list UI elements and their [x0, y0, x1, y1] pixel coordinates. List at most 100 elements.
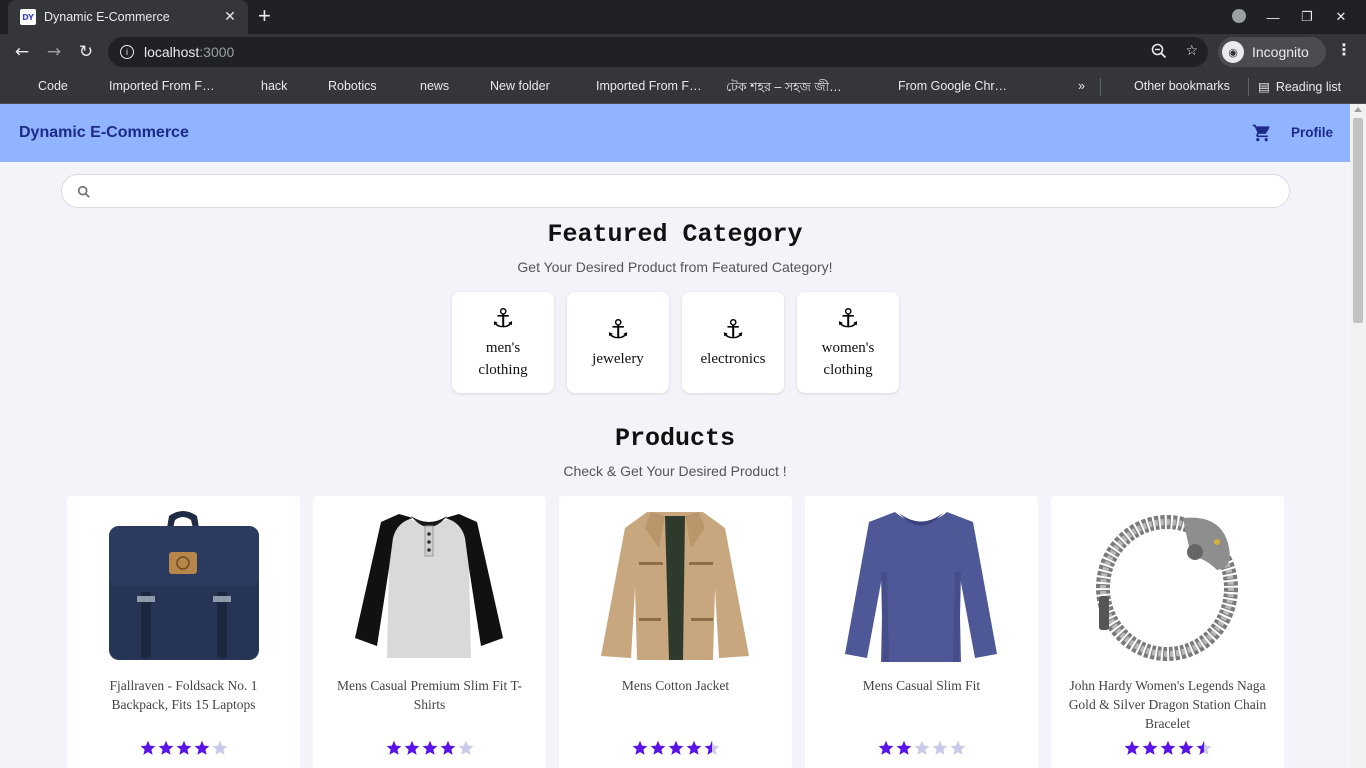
category-card-electronics[interactable]: ⚓ electronics [682, 292, 784, 393]
minimize-icon[interactable]: — [1256, 10, 1290, 25]
product-image-tshirt[interactable] [353, 508, 506, 663]
back-button[interactable]: ← [6, 38, 38, 66]
search-input[interactable] [102, 181, 1272, 203]
address-bar[interactable]: i localhost:3000 ☆ [108, 37, 1208, 67]
app-header: Dynamic E-Commerce Profile [0, 104, 1350, 162]
browser-tabbar: DY Dynamic E-Commerce ✕ + — ❐ ✕ [0, 0, 1366, 34]
page-scrollbar[interactable] [1350, 104, 1366, 768]
star-filled-icon [158, 740, 173, 755]
product-rating [805, 740, 1038, 760]
category-card-jewelery[interactable]: ⚓ jewelery [567, 292, 669, 393]
site-info-icon[interactable]: i [120, 45, 134, 59]
bookmark-item[interactable]: New folder [490, 79, 550, 93]
new-tab-button[interactable]: + [258, 5, 271, 27]
browser-toolbar: ← → ↻ i localhost:3000 ☆ ◉ Incognito ⋮ [0, 34, 1366, 70]
products-title: Products [614, 424, 736, 453]
star-filled-icon [1178, 740, 1193, 755]
reading-list[interactable]: ▤ Reading list [1258, 79, 1341, 94]
product-title[interactable]: Mens Casual Slim Fit [819, 676, 1024, 695]
bookmark-item[interactable]: Code [38, 79, 68, 93]
reading-list-label: Reading list [1275, 80, 1342, 94]
product-title[interactable]: Mens Cotton Jacket [573, 676, 778, 695]
profile-link[interactable]: Profile [1291, 125, 1333, 140]
star-filled-icon [878, 740, 893, 755]
product-title[interactable]: Mens Casual Premium Slim Fit T-Shirts [327, 676, 532, 714]
product-rating [559, 740, 792, 760]
bookmark-item[interactable]: Imported From F… [596, 79, 702, 93]
product-list: Fjallraven - Foldsack No. 1 Backpack, Fi… [67, 496, 1284, 768]
star-filled-icon [1142, 740, 1157, 755]
category-card-womens-clothing[interactable]: ⚓ women's clothing [797, 292, 899, 393]
product-image-backpack[interactable] [107, 508, 260, 663]
anchor-icon: ⚓ [606, 314, 630, 345]
product-card[interactable]: Mens Casual Premium Slim Fit T-Shirts [313, 496, 546, 768]
product-rating [1051, 740, 1284, 760]
product-image-bracelet[interactable] [1091, 508, 1244, 663]
product-title[interactable]: John Hardy Women's Legends Naga Gold & S… [1065, 676, 1270, 733]
forward-button[interactable]: → [38, 38, 70, 66]
product-image-jacket[interactable] [599, 508, 752, 663]
bookmarks-bar: Code Imported From F… hack Robotics news… [0, 70, 1366, 104]
category-card-mens-clothing[interactable]: ⚓ men's clothing [452, 292, 554, 393]
bookmark-item[interactable]: Imported From F… [109, 79, 215, 93]
star-filled-icon [1160, 740, 1175, 755]
product-card[interactable]: John Hardy Women's Legends Naga Gold & S… [1051, 496, 1284, 768]
shopping-cart-icon[interactable] [1252, 123, 1272, 143]
bookmark-star-icon[interactable]: ☆ [1185, 43, 1198, 63]
scroll-up-arrow-icon[interactable] [1354, 107, 1362, 112]
featured-category-title: Featured Category [547, 220, 803, 249]
star-half-icon [704, 740, 719, 755]
product-rating [313, 740, 546, 760]
browser-menu-icon[interactable]: ⋮ [1336, 40, 1352, 59]
url-port: :3000 [199, 44, 235, 60]
star-empty-icon [950, 740, 965, 755]
close-window-icon[interactable]: ✕ [1324, 9, 1358, 25]
product-image-longsleeve[interactable] [845, 508, 998, 663]
bookmark-item[interactable]: টেক শহর – সহজ জী… [726, 79, 842, 99]
bookmark-item[interactable]: Robotics [328, 79, 377, 93]
category-label: electronics [700, 350, 766, 367]
star-filled-icon [194, 740, 209, 755]
star-filled-icon [404, 740, 419, 755]
window-controls: — ❐ ✕ [1222, 0, 1358, 34]
product-search[interactable] [61, 174, 1290, 208]
star-empty-icon [914, 740, 929, 755]
bookmark-item[interactable]: From Google Chr… [898, 79, 1007, 93]
star-filled-icon [686, 740, 701, 755]
anchor-icon: ⚓ [491, 303, 515, 334]
bookmark-item[interactable]: news [420, 79, 449, 93]
incognito-badge[interactable]: ◉ Incognito [1218, 37, 1326, 67]
product-card[interactable]: Mens Cotton Jacket [559, 496, 792, 768]
tab-search-dropdown-icon[interactable] [1222, 8, 1256, 26]
star-filled-icon [1124, 740, 1139, 755]
star-empty-icon [212, 740, 227, 755]
url-host: localhost [144, 44, 200, 60]
reading-list-icon: ▤ [1258, 80, 1270, 94]
bookmarks-overflow-icon[interactable]: » [1078, 79, 1085, 93]
restore-icon[interactable]: ❐ [1290, 9, 1324, 25]
reload-button[interactable]: ↻ [70, 38, 102, 66]
page-viewport: Dynamic E-Commerce Profile Featured Cate… [0, 104, 1350, 768]
bookmark-divider [1248, 78, 1249, 96]
search-icon [77, 185, 90, 198]
close-tab-icon[interactable]: ✕ [222, 9, 238, 25]
star-filled-icon [650, 740, 665, 755]
other-bookmarks[interactable]: Other bookmarks [1134, 79, 1230, 93]
incognito-icon: ◉ [1222, 41, 1244, 63]
product-title[interactable]: Fjallraven - Foldsack No. 1 Backpack, Fi… [81, 676, 286, 714]
zoom-icon[interactable] [1151, 43, 1167, 63]
star-empty-icon [458, 740, 473, 755]
featured-category-subtitle: Get Your Desired Product from Featured C… [517, 259, 833, 275]
browser-tab[interactable]: DY Dynamic E-Commerce ✕ [8, 0, 248, 34]
scrollbar-thumb[interactable] [1353, 118, 1363, 323]
anchor-icon: ⚓ [836, 303, 860, 334]
star-half-icon [1196, 740, 1211, 755]
bookmark-item[interactable]: hack [261, 79, 287, 93]
star-filled-icon [386, 740, 401, 755]
product-card[interactable]: Fjallraven - Foldsack No. 1 Backpack, Fi… [67, 496, 300, 768]
star-filled-icon [140, 740, 155, 755]
product-rating [67, 740, 300, 760]
product-card[interactable]: Mens Casual Slim Fit [805, 496, 1038, 768]
category-list: ⚓ men's clothing ⚓ jewelery ⚓ electronic… [452, 292, 899, 393]
brand-title[interactable]: Dynamic E-Commerce [19, 124, 189, 142]
